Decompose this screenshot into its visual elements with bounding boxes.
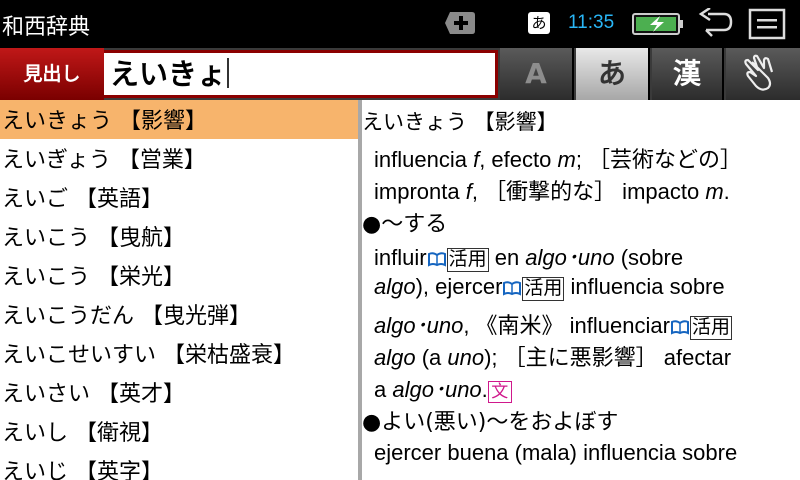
definition-line: algo), ejercer 活用 influencia sobre <box>374 274 725 301</box>
text-caret <box>227 58 230 88</box>
list-item[interactable]: えいし 【衛視】 <box>0 412 358 451</box>
search-bar: 見出し えいきょ A あ 漢 <box>0 48 800 100</box>
conjugation-button[interactable]: 活用 <box>689 316 732 340</box>
menu-icon[interactable] <box>748 8 786 40</box>
list-item[interactable]: えいご 【英語】 <box>0 178 358 217</box>
list-item[interactable]: えいきょう 【影響】 <box>0 100 358 139</box>
handwriting-icon <box>744 54 774 91</box>
conjugation-button[interactable]: 活用 <box>446 248 489 272</box>
status-bar: 和西辞典 あ 11:35 <box>0 0 800 48</box>
alphabet-mode-button[interactable]: A <box>500 48 574 100</box>
kana-mode-button[interactable]: あ <box>576 48 650 100</box>
search-mode-label[interactable]: 見出し <box>0 48 104 100</box>
book-link-icon[interactable] <box>502 280 522 296</box>
ime-icon: あ <box>528 12 550 34</box>
definition-line: algo･uno, 《南米》 influenciar 活用 <box>374 313 732 340</box>
plus-icon[interactable] <box>444 10 476 36</box>
definition-line: a algo･uno. 文 <box>374 372 512 404</box>
battery-charging-icon <box>632 13 683 35</box>
definition-pane[interactable]: えいきょう 【影響】 influencia f, efecto m; ［芸術など… <box>362 100 800 480</box>
book-link-icon[interactable] <box>427 251 447 267</box>
word-list[interactable]: えいきょう 【影響】 えいぎょう 【営業】 えいご 【英語】 えいこう 【曳航】… <box>0 100 358 480</box>
list-item[interactable]: えいじ 【英字】 <box>0 451 358 480</box>
app-title: 和西辞典 <box>2 15 91 40</box>
list-item[interactable]: えいぎょう 【営業】 <box>0 139 358 178</box>
list-item[interactable]: えいこう 【栄光】 <box>0 256 358 295</box>
example-sentence-button[interactable]: 文 <box>487 381 512 403</box>
handwriting-mode-button[interactable] <box>726 48 800 100</box>
definition-line: ejercer buena (mala) influencia sobre <box>374 440 738 465</box>
back-icon[interactable] <box>698 8 734 40</box>
definition-line: algo (a uno); ［主に悪影響］ afectar <box>374 345 732 370</box>
search-input[interactable]: えいきょ <box>104 50 498 98</box>
book-link-icon[interactable] <box>670 319 690 335</box>
definition-line: impronta f, ［衝撃的な］ impacto m. <box>374 179 730 204</box>
definition-line: influencia f, efecto m; ［芸術などの］ <box>374 147 743 172</box>
definition-line: influir 活用 en algo･uno (sobre <box>374 245 684 272</box>
search-query: えいきょ <box>110 57 227 91</box>
subentry-heading: ●よい(悪い)～をおよぼす <box>362 410 619 435</box>
list-item[interactable]: えいこう 【曳航】 <box>0 217 358 256</box>
list-item[interactable]: えいさい 【英才】 <box>0 373 358 412</box>
conjugation-button[interactable]: 活用 <box>522 277 565 301</box>
subentry-heading: ●～する <box>362 212 448 237</box>
kanji-mode-button[interactable]: 漢 <box>652 48 724 100</box>
clock: 11:35 <box>568 12 615 33</box>
list-item[interactable]: えいこせいすい 【栄枯盛衰】 <box>0 334 358 373</box>
entry-headword: えいきょう 【影響】 <box>362 110 558 134</box>
list-item[interactable]: えいこうだん 【曳光弾】 <box>0 295 358 334</box>
